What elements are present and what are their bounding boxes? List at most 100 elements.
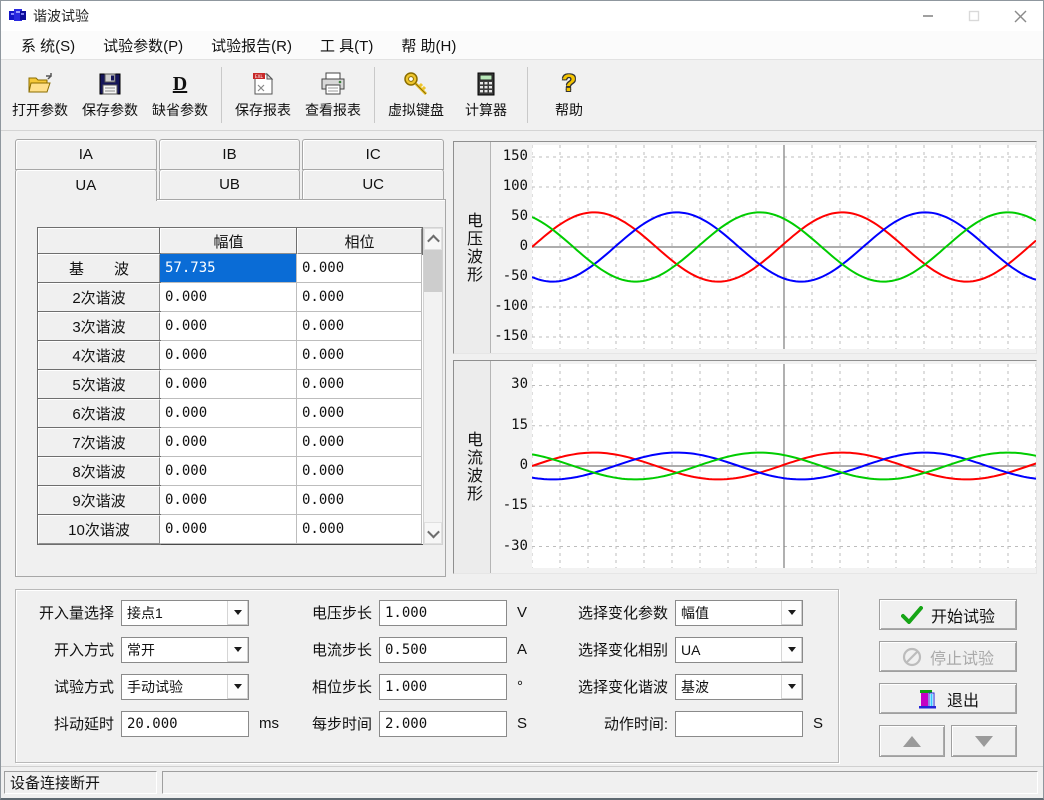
row-header[interactable]: 8次谐波	[38, 457, 160, 486]
column-header: 相位	[297, 228, 422, 254]
phase-step-input[interactable]	[379, 674, 507, 700]
tab-UC[interactable]: UC	[302, 169, 444, 200]
save-report-button[interactable]: EXL保存报表	[228, 64, 298, 126]
help-button[interactable]: ?帮助	[534, 64, 604, 126]
table-scrollbar[interactable]	[423, 227, 443, 545]
menu-test-params[interactable]: 试验参数(P)	[89, 31, 197, 59]
column-header: 幅值	[160, 228, 297, 254]
calculator-button[interactable]: 计算器	[451, 64, 521, 126]
contact-mode-value: 常开	[122, 640, 227, 660]
minimize-button[interactable]	[905, 1, 951, 31]
amplitude-cell[interactable]: 0.000	[160, 457, 297, 486]
save-params-button[interactable]: 保存参数	[75, 64, 145, 126]
phase-step-label: 相位步长	[300, 676, 372, 697]
menu-tools[interactable]: 工 具(T)	[306, 31, 387, 59]
phase-cell[interactable]: 0.000	[297, 428, 422, 457]
row-header[interactable]: 7次谐波	[38, 428, 160, 457]
voltage-step-input[interactable]	[379, 600, 507, 626]
exit-button[interactable]: 退出	[879, 683, 1017, 714]
chevron-down-icon[interactable]	[227, 601, 248, 625]
phase-cell[interactable]: 0.000	[297, 370, 422, 399]
action-time-input[interactable]	[675, 711, 803, 737]
start-test-button[interactable]: 开始试验	[879, 599, 1017, 630]
step-time-input[interactable]	[379, 711, 507, 737]
dropdown-triangle	[234, 610, 242, 615]
default-params-button[interactable]: D缺省参数	[145, 64, 215, 126]
tab-IA[interactable]: IA	[15, 139, 157, 170]
row-header[interactable]: 10次谐波	[38, 515, 160, 544]
row-header[interactable]: 基 波	[38, 254, 160, 283]
current-step-row: 电流步长A	[300, 636, 527, 663]
amplitude-cell[interactable]: 0.000	[160, 515, 297, 544]
tab-UA[interactable]: UA	[15, 169, 157, 201]
amplitude-cell[interactable]: 0.000	[160, 312, 297, 341]
virtual-keyboard-button[interactable]: 虚拟键盘	[381, 64, 451, 126]
checkmark-icon	[901, 606, 923, 624]
scroll-down-button[interactable]	[424, 522, 442, 544]
close-button[interactable]	[997, 1, 1043, 31]
row-header[interactable]: 2次谐波	[38, 283, 160, 312]
y-axis-label: 0	[491, 238, 528, 254]
contact-mode-select[interactable]: 常开	[121, 637, 249, 663]
open-params-button[interactable]: 打开参数	[5, 64, 75, 126]
vary-phase-select[interactable]: UA	[675, 637, 803, 663]
menu-test-report[interactable]: 试验报告(R)	[197, 31, 306, 59]
scroll-up-button[interactable]	[424, 228, 442, 250]
row-header[interactable]: 9次谐波	[38, 486, 160, 515]
tab-page-UA: 幅值相位基 波57.7350.0002次谐波0.0000.0003次谐波0.00…	[15, 199, 446, 577]
phase-step-unit: °	[517, 678, 523, 695]
titlebar: 谐波试验	[1, 1, 1043, 31]
contact-mode-label: 开入方式	[22, 639, 114, 660]
stop-test-button[interactable]: 停止试验	[879, 641, 1017, 672]
amplitude-cell[interactable]: 0.000	[160, 370, 297, 399]
test-settings-groupbox: 开入量选择接点1开入方式常开试验方式手动试验抖动延时ms 电压步长V电流步长A相…	[15, 589, 839, 763]
menu-help[interactable]: 帮 助(H)	[387, 31, 470, 59]
phase-cell[interactable]: 0.000	[297, 515, 422, 544]
chevron-down-icon[interactable]	[781, 638, 802, 662]
current-waveform-title: 电流波形	[460, 431, 484, 503]
y-axis-label: -150	[491, 328, 528, 344]
controls-column-1: 开入量选择接点1开入方式常开试验方式手动试验抖动延时ms	[22, 599, 279, 737]
amplitude-cell[interactable]: 0.000	[160, 341, 297, 370]
row-header[interactable]: 5次谐波	[38, 370, 160, 399]
maximize-button[interactable]	[951, 1, 997, 31]
amplitude-cell[interactable]: 0.000	[160, 399, 297, 428]
phase-step-row: 相位步长 °	[300, 673, 527, 700]
chevron-down-icon[interactable]	[227, 638, 248, 662]
scrollbar-thumb[interactable]	[424, 250, 442, 292]
amplitude-cell[interactable]: 0.000	[160, 428, 297, 457]
row-header[interactable]: 4次谐波	[38, 341, 160, 370]
chevron-down-icon[interactable]	[781, 675, 802, 699]
vary-harmonic-select[interactable]: 基波	[675, 674, 803, 700]
step-down-button[interactable]	[951, 725, 1017, 757]
printer-icon	[319, 70, 347, 98]
row-header[interactable]: 6次谐波	[38, 399, 160, 428]
phase-cell[interactable]: 0.000	[297, 399, 422, 428]
chevron-down-icon[interactable]	[227, 675, 248, 699]
phase-cell[interactable]: 0.000	[297, 457, 422, 486]
phase-cell[interactable]: 0.000	[297, 283, 422, 312]
amplitude-cell[interactable]: 57.735	[160, 254, 297, 283]
tab-UB[interactable]: UB	[159, 169, 301, 200]
view-report-button[interactable]: 查看报表	[298, 64, 368, 126]
exit-door-icon	[917, 688, 939, 710]
contact-select-select[interactable]: 接点1	[121, 600, 249, 626]
debounce-delay-input[interactable]	[121, 711, 249, 737]
row-header[interactable]: 3次谐波	[38, 312, 160, 341]
chevron-down-icon[interactable]	[781, 601, 802, 625]
menu-system[interactable]: 系 统(S)	[7, 31, 89, 59]
amplitude-cell[interactable]: 0.000	[160, 486, 297, 515]
tab-IB[interactable]: IB	[159, 139, 301, 170]
phase-cell[interactable]: 0.000	[297, 341, 422, 370]
phase-cell[interactable]: 0.000	[297, 486, 422, 515]
phase-cell[interactable]: 0.000	[297, 254, 422, 283]
amplitude-cell[interactable]: 0.000	[160, 283, 297, 312]
tab-IC[interactable]: IC	[302, 139, 444, 170]
voltage-step-label: 电压步长	[300, 602, 372, 623]
vary-parameter-select[interactable]: 幅值	[675, 600, 803, 626]
vary-phase-value: UA	[676, 642, 781, 658]
current-step-input[interactable]	[379, 637, 507, 663]
test-mode-select[interactable]: 手动试验	[121, 674, 249, 700]
phase-cell[interactable]: 0.000	[297, 312, 422, 341]
step-up-button[interactable]	[879, 725, 945, 757]
